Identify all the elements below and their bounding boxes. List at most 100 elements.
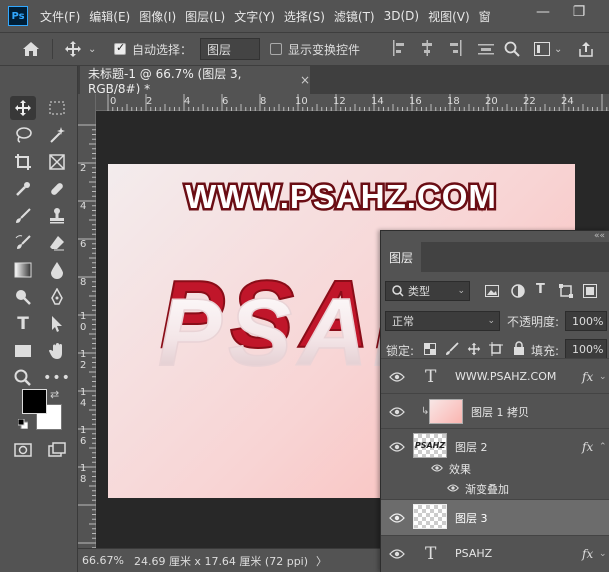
move-tool-icon[interactable] (64, 33, 82, 65)
collapse-panel-icon[interactable]: «« (594, 231, 605, 241)
fx-icon[interactable]: fx (582, 440, 593, 454)
ruler-h-label: 10 (295, 96, 308, 107)
stamp-tool-button[interactable] (44, 204, 70, 228)
type-tool-button[interactable]: T (10, 312, 36, 336)
home-icon[interactable] (22, 33, 40, 65)
visibility-eye-icon[interactable] (389, 441, 405, 452)
more-tools-icon[interactable]: ••• (43, 366, 70, 390)
expand-effects-icon[interactable]: ⌄ (599, 372, 607, 382)
move-tool-button[interactable] (10, 96, 36, 120)
ruler-v-label: 6 (80, 239, 87, 250)
workspace-chevron-icon[interactable]: ⌄ (554, 33, 562, 65)
screen-mode-icon[interactable] (44, 438, 70, 462)
filter-adjustment-icon[interactable] (511, 284, 525, 301)
layer-row-psahz-text[interactable]: T PSAHZ fx ⌄ (381, 535, 609, 571)
pen-tool-button[interactable] (44, 285, 70, 309)
zoom-tool-button[interactable] (10, 366, 36, 390)
lock-pixels-icon[interactable] (445, 342, 459, 359)
document-tab[interactable]: 未标题-1 @ 66.7% (图层 3, RGB/8#) * × (80, 66, 310, 96)
show-transform-checkbox[interactable] (270, 43, 282, 55)
menu-image[interactable]: 图像(I) (139, 8, 176, 25)
menu-filter[interactable]: 滤镜(T) (334, 8, 375, 25)
crop-tool-button[interactable] (10, 150, 36, 174)
align-right-icon[interactable] (448, 39, 462, 59)
history-brush-tool-button[interactable] (10, 231, 36, 255)
fill-input[interactable]: 100% (565, 339, 607, 359)
foreground-color-swatch[interactable] (22, 389, 47, 414)
auto-select-target-value: 图层 (207, 42, 232, 57)
eraser-tool-button[interactable] (44, 231, 70, 255)
quick-mask-icon[interactable] (10, 438, 36, 462)
lock-artboard-icon[interactable] (489, 342, 503, 359)
menu-3d[interactable]: 3D(D) (384, 9, 419, 23)
filter-shape-icon[interactable] (559, 284, 573, 301)
rectangle-tool-button[interactable] (10, 339, 36, 363)
expand-effects-icon[interactable]: ⌄ (599, 549, 607, 559)
zoom-level[interactable]: 66.67% (82, 554, 124, 567)
layer-name[interactable]: 图层 1 拷贝 (471, 404, 529, 420)
gradient-overlay-eye-icon[interactable] (447, 484, 459, 492)
share-icon[interactable] (578, 33, 594, 65)
menu-select[interactable]: 选择(S) (284, 8, 325, 25)
filter-pixel-icon[interactable] (485, 285, 499, 300)
dodge-tool-button[interactable] (10, 285, 36, 309)
path-selection-tool-button[interactable] (44, 312, 70, 336)
auto-select-target-dropdown[interactable]: 图层 (200, 38, 260, 60)
visibility-eye-icon[interactable] (389, 371, 405, 382)
visibility-eye-icon[interactable] (389, 548, 405, 559)
align-center-icon[interactable] (420, 39, 434, 59)
workspace-icon[interactable] (534, 33, 550, 65)
effects-eye-icon[interactable] (431, 464, 443, 472)
blend-mode-dropdown[interactable]: 正常 ⌄ (385, 311, 500, 331)
layer-row-layer1-copy[interactable]: ↳ 图层 1 拷贝 (381, 393, 609, 429)
fx-icon[interactable]: fx (582, 370, 593, 384)
menu-view[interactable]: 视图(V) (428, 8, 470, 25)
layer-name[interactable]: WWW.PSAHZ.COM (455, 370, 556, 383)
gradient-overlay-row[interactable]: 渐变叠加 (381, 479, 609, 499)
fx-icon[interactable]: fx (582, 547, 593, 561)
layer-name[interactable]: 图层 2 (455, 439, 488, 455)
gradient-tool-button[interactable] (10, 258, 36, 282)
hand-tool-button[interactable] (44, 339, 70, 363)
tab-layers[interactable]: 图层 (381, 242, 421, 272)
swap-colors-icon[interactable]: ⇄ (50, 388, 59, 401)
search-icon[interactable] (504, 33, 520, 65)
status-menu-arrow-icon[interactable]: 〉 (316, 553, 327, 569)
menu-layer[interactable]: 图层(L) (185, 8, 225, 25)
layer-name[interactable]: PSAHZ (455, 547, 492, 560)
minimize-button[interactable]: — (530, 0, 556, 24)
blur-tool-button[interactable] (44, 258, 70, 282)
layer-filter-dropdown[interactable]: 类型 ⌄ (385, 281, 470, 301)
layer-name[interactable]: 图层 3 (455, 510, 488, 526)
menu-edit[interactable]: 编辑(E) (89, 8, 130, 25)
layer-row-layer3[interactable]: 图层 3 (381, 499, 609, 535)
layer-row-watermark-text[interactable]: T WWW.PSAHZ.COM fx ⌄ (381, 358, 609, 394)
collapse-effects-icon[interactable]: ⌃ (599, 442, 607, 452)
menu-file[interactable]: 文件(F) (40, 8, 80, 25)
chevron-down-icon[interactable]: ⌄ (88, 33, 96, 65)
distribute-icon[interactable] (478, 33, 494, 65)
menu-window[interactable]: 窗 (479, 8, 491, 25)
lock-transparent-icon[interactable] (424, 343, 436, 358)
close-tab-icon[interactable]: × (300, 73, 310, 87)
lock-all-icon[interactable] (513, 341, 525, 358)
opacity-input[interactable]: 100% (565, 311, 607, 331)
lasso-tool-button[interactable] (10, 123, 36, 147)
effects-row[interactable]: 效果 (381, 459, 609, 479)
auto-select-checkbox[interactable] (114, 41, 126, 55)
magic-wand-tool-button[interactable] (44, 123, 70, 147)
healing-brush-tool-button[interactable] (44, 177, 70, 201)
lock-position-icon[interactable] (467, 342, 481, 359)
marquee-tool-button[interactable] (44, 96, 70, 120)
visibility-eye-icon[interactable] (389, 406, 405, 417)
eyedropper-tool-button[interactable] (10, 177, 36, 201)
filter-type-icon[interactable]: T (536, 282, 545, 297)
default-colors-icon[interactable] (17, 418, 29, 430)
menu-type[interactable]: 文字(Y) (234, 8, 275, 25)
filter-smart-object-icon[interactable] (583, 284, 597, 301)
frame-tool-button[interactable] (44, 150, 70, 174)
restore-button[interactable]: ❐ (566, 0, 592, 24)
visibility-eye-icon[interactable] (389, 512, 405, 523)
brush-tool-button[interactable] (10, 204, 36, 228)
align-left-icon[interactable] (392, 39, 406, 59)
